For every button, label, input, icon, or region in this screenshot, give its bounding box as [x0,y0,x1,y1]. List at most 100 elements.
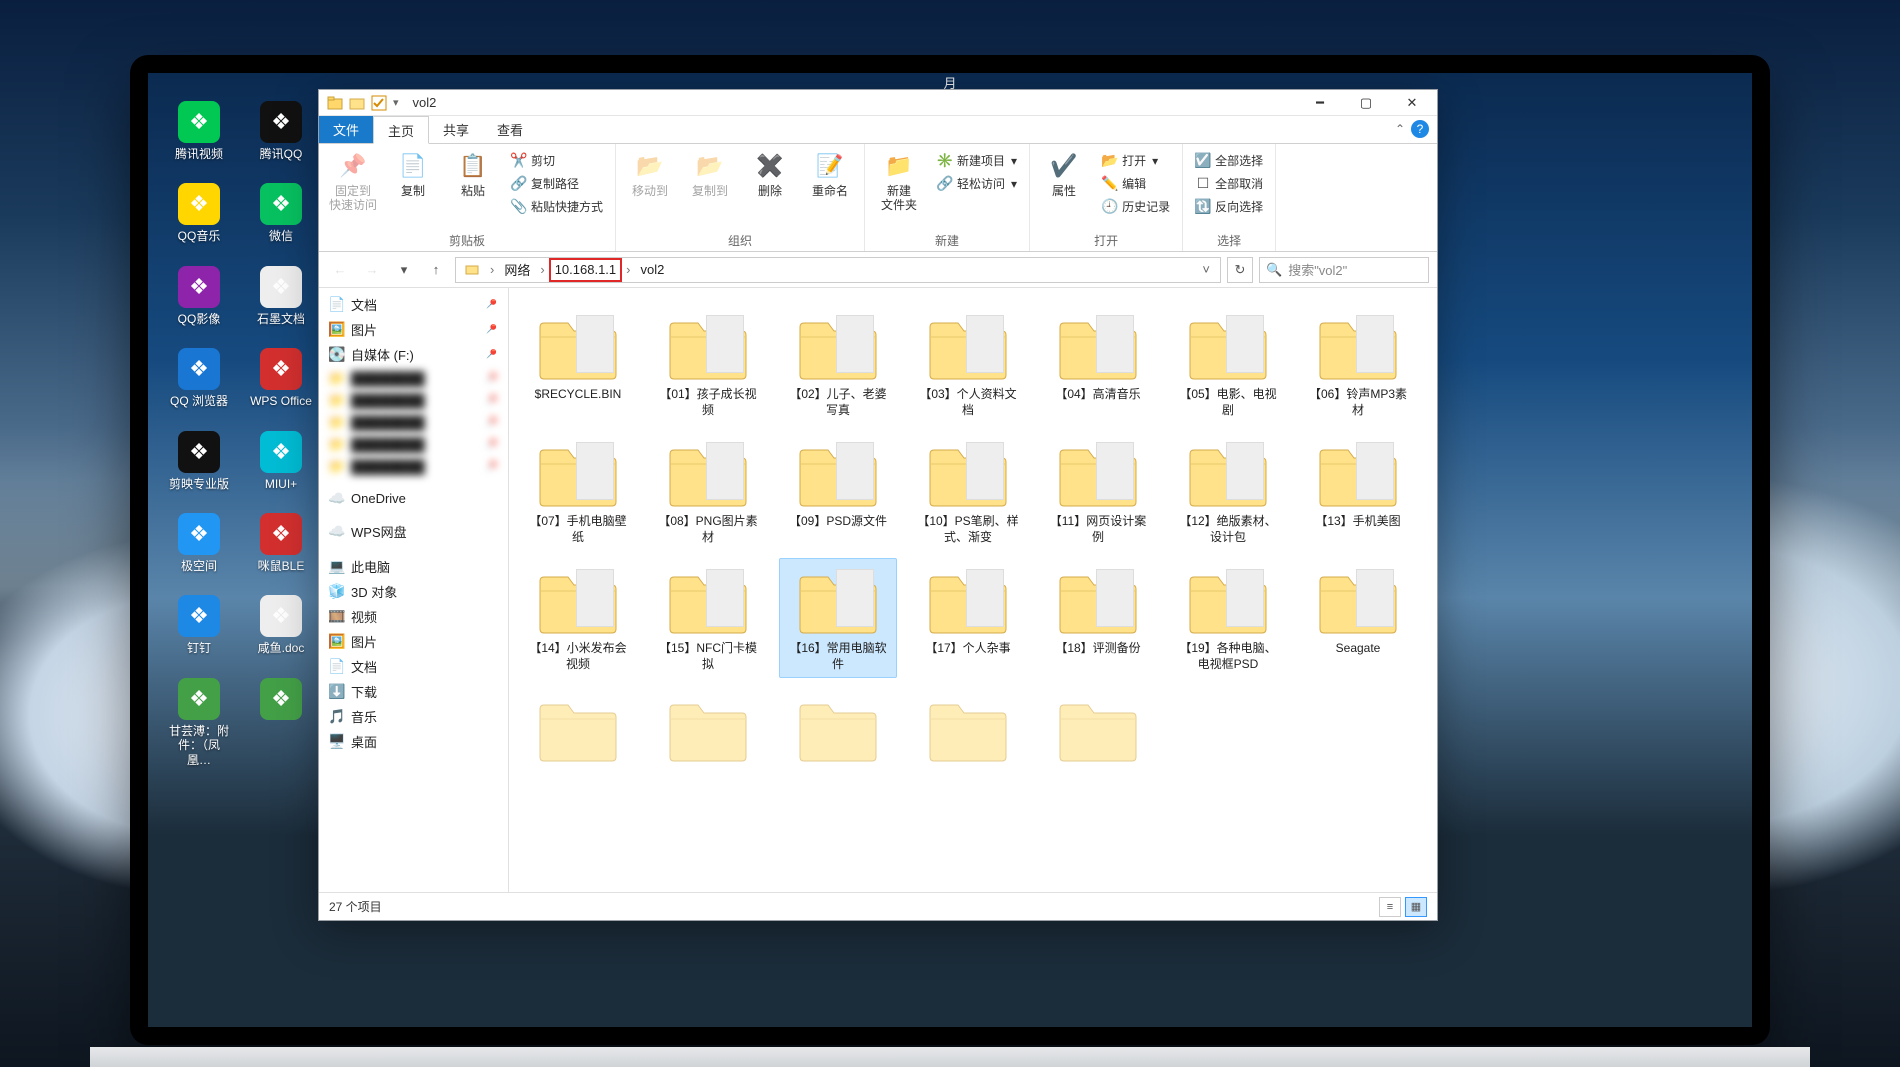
sidebar-blurred[interactable]: 📁████████📍 [319,411,508,433]
folder-item[interactable]: 【06】铃声MP3素材 [1299,304,1417,423]
easy-access-button[interactable]: 🔗轻松访问▾ [933,173,1021,194]
sidebar-music[interactable]: 🎵音乐 [319,704,508,729]
sidebar-docs[interactable]: 📄文档📍 [319,292,508,317]
desktop-app-icon[interactable]: ❖咸鱼.doc [250,595,312,655]
pin-to-quick-access-button[interactable]: 📌固定到 快速访问 [325,148,381,215]
folder-item[interactable]: 【11】网页设计案例 [1039,431,1157,550]
copy-button[interactable]: 📄复制 [385,148,441,200]
chevron-right-icon[interactable]: › [536,262,548,277]
cut-button[interactable]: ✂️剪切 [507,150,607,171]
open-button[interactable]: 📂打开▾ [1098,150,1174,171]
folder-item[interactable]: 【16】常用电脑软件 [779,558,897,677]
sidebar-onedrive[interactable]: ☁️OneDrive [319,487,508,509]
desktop-app-icon[interactable]: ❖钉钉 [168,595,230,655]
sidebar-media[interactable]: 💽自媒体 (F:)📍 [319,342,508,367]
rename-button[interactable]: 📝重命名 [802,148,858,200]
sidebar-desktop[interactable]: 🖥️桌面 [319,729,508,754]
folder-item[interactable]: 【03】个人资料文档 [909,304,1027,423]
folder-item[interactable]: $RECYCLE.BIN [519,304,637,423]
close-button[interactable]: ✕ [1389,90,1435,116]
folder-item[interactable]: 【12】绝版素材、设计包 [1169,431,1287,550]
folder-item[interactable] [519,686,637,726]
search-box[interactable]: 🔍 搜索"vol2" [1259,257,1429,283]
folder-item[interactable]: 【05】电影、电视剧 [1169,304,1287,423]
folder-item[interactable]: Seagate [1299,558,1417,677]
folder-item[interactable]: 【14】小米发布会视频 [519,558,637,677]
copy-path-button[interactable]: 🔗复制路径 [507,173,607,194]
folder-item[interactable] [1039,686,1157,726]
checkbox-qat-icon[interactable] [371,95,387,111]
sidebar-blurred[interactable]: 📁████████📍 [319,367,508,389]
sidebar-thispc[interactable]: 💻此电脑 [319,554,508,579]
sidebar-pictures[interactable]: 🖼️图片📍 [319,317,508,342]
sidebar-downloads[interactable]: ⬇️下载 [319,679,508,704]
desktop-app-icon[interactable]: ❖极空间 [168,513,230,573]
folder-item[interactable]: 【08】PNG图片素材 [649,431,767,550]
copy-to-button[interactable]: 📂复制到 [682,148,738,200]
breadcrumb-vol[interactable]: vol2 [635,258,671,282]
sidebar-pictures2[interactable]: 🖼️图片 [319,629,508,654]
folder-content[interactable]: $RECYCLE.BIN【01】孩子成长视频【02】儿子、老婆写真【03】个人资… [509,288,1437,892]
folder-item[interactable] [909,686,1027,726]
breadcrumb-box[interactable]: › 网络 › 10.168.1.1 › vol2 ˅ [455,257,1221,283]
desktop-app-icon[interactable]: ❖微信 [250,183,312,243]
desktop-app-icon[interactable]: ❖甘芸溥：附件：（凤凰… [168,678,230,767]
tab-view[interactable]: 查看 [483,116,537,143]
back-button[interactable]: ← [327,257,353,283]
desktop-app-icon[interactable]: ❖石墨文档 [250,266,312,326]
tab-home[interactable]: 主页 [373,116,429,144]
sidebar-video[interactable]: 🎞️视频 [319,604,508,629]
sidebar-blurred[interactable]: 📁████████📍 [319,455,508,477]
desktop-app-icon[interactable]: ❖QQ影像 [168,266,230,326]
tab-share[interactable]: 共享 [429,116,483,143]
properties-button[interactable]: ✔️属性 [1036,148,1092,200]
select-all-button[interactable]: ☑️全部选择 [1191,150,1267,171]
folder-item[interactable] [779,686,897,726]
paste-shortcut-button[interactable]: 📎粘贴快捷方式 [507,196,607,217]
paste-button[interactable]: 📋粘贴 [445,148,501,200]
breadcrumb-root-icon[interactable] [458,258,486,282]
desktop-app-icon[interactable]: ❖腾讯视频 [168,101,230,161]
history-button[interactable]: 🕘历史记录 [1098,196,1174,217]
up-button[interactable]: ↑ [423,257,449,283]
minimize-button[interactable]: ━ [1297,90,1343,116]
new-item-button[interactable]: ✳️新建项目▾ [933,150,1021,171]
desktop-app-icon[interactable]: ❖咪鼠BLE [250,513,312,573]
icons-view-button[interactable]: ▦ [1405,897,1427,917]
breadcrumb-network[interactable]: 网络 [498,258,536,282]
sidebar-wps[interactable]: ☁️WPS网盘 [319,519,508,544]
folder-item[interactable]: 【04】高清音乐 [1039,304,1157,423]
help-icon[interactable]: ? [1411,120,1429,138]
sidebar-docs2[interactable]: 📄文档 [319,654,508,679]
chevron-right-icon[interactable]: › [622,262,634,277]
breadcrumb-ip-highlighted[interactable]: 10.168.1.1 [549,258,622,282]
folder-item[interactable]: 【09】PSD源文件 [779,431,897,550]
delete-button[interactable]: ✖️删除 [742,148,798,200]
folder-item[interactable]: 【10】PS笔刷、样式、渐变 [909,431,1027,550]
forward-button[interactable]: → [359,257,385,283]
folder-item[interactable]: 【02】儿子、老婆写真 [779,304,897,423]
chevron-right-icon[interactable]: › [486,262,498,277]
edit-button[interactable]: ✏️编辑 [1098,173,1174,194]
folder-item[interactable]: 【19】各种电脑、电视框PSD [1169,558,1287,677]
recent-dropdown[interactable]: ▾ [391,257,417,283]
desktop-app-icon[interactable]: ❖MIUI+ [250,431,312,491]
desktop-app-icon[interactable]: ❖QQ音乐 [168,183,230,243]
sidebar-blurred[interactable]: 📁████████📍 [319,389,508,411]
qat-dropdown[interactable]: ▾ [393,96,399,109]
sidebar-blurred[interactable]: 📁████████📍 [319,433,508,455]
new-folder-button[interactable]: 📁新建 文件夹 [871,148,927,215]
breadcrumb-dropdown[interactable]: ˅ [1194,262,1218,277]
desktop-app-icon[interactable]: ❖腾讯QQ [250,101,312,161]
folder-item[interactable]: 【07】手机电脑壁纸 [519,431,637,550]
folder-item[interactable]: 【15】NFC门卡模拟 [649,558,767,677]
desktop-app-icon[interactable]: ❖QQ 浏览器 [168,348,230,408]
deselect-button[interactable]: ☐全部取消 [1191,173,1267,194]
folder-item[interactable] [649,686,767,726]
maximize-button[interactable]: ▢ [1343,90,1389,116]
folder-item[interactable]: 【18】评测备份 [1039,558,1157,677]
folder-item[interactable]: 【13】手机美图 [1299,431,1417,550]
desktop-app-icon[interactable]: ❖WPS Office [250,348,312,408]
folder-qat-icon[interactable] [349,95,365,111]
desktop-app-icon[interactable]: ❖剪映专业版 [168,431,230,491]
